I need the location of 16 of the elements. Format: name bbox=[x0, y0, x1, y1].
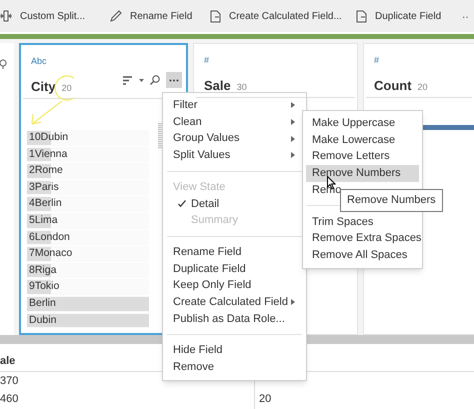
menu-item: Summary bbox=[190, 213, 240, 228]
tooltip: Remove Numbers bbox=[340, 189, 443, 212]
field-count: 30 bbox=[236, 80, 247, 94]
field-name: City bbox=[31, 78, 56, 96]
field-count: 20 bbox=[418, 80, 428, 94]
field-type: # bbox=[204, 54, 210, 67]
table-cell-text: 460 bbox=[0, 392, 18, 407]
field-count: 20 bbox=[62, 82, 72, 94]
field-name: Sale bbox=[204, 76, 231, 94]
field-type: Abc bbox=[31, 55, 47, 68]
table-cell-text: 370 bbox=[0, 374, 18, 389]
field-name: Count bbox=[374, 76, 412, 94]
field-type: # bbox=[374, 54, 380, 67]
table-cell-text: 20 bbox=[259, 392, 272, 407]
column-header: ale bbox=[0, 354, 16, 368]
menu-heading: View State bbox=[173, 180, 226, 195]
